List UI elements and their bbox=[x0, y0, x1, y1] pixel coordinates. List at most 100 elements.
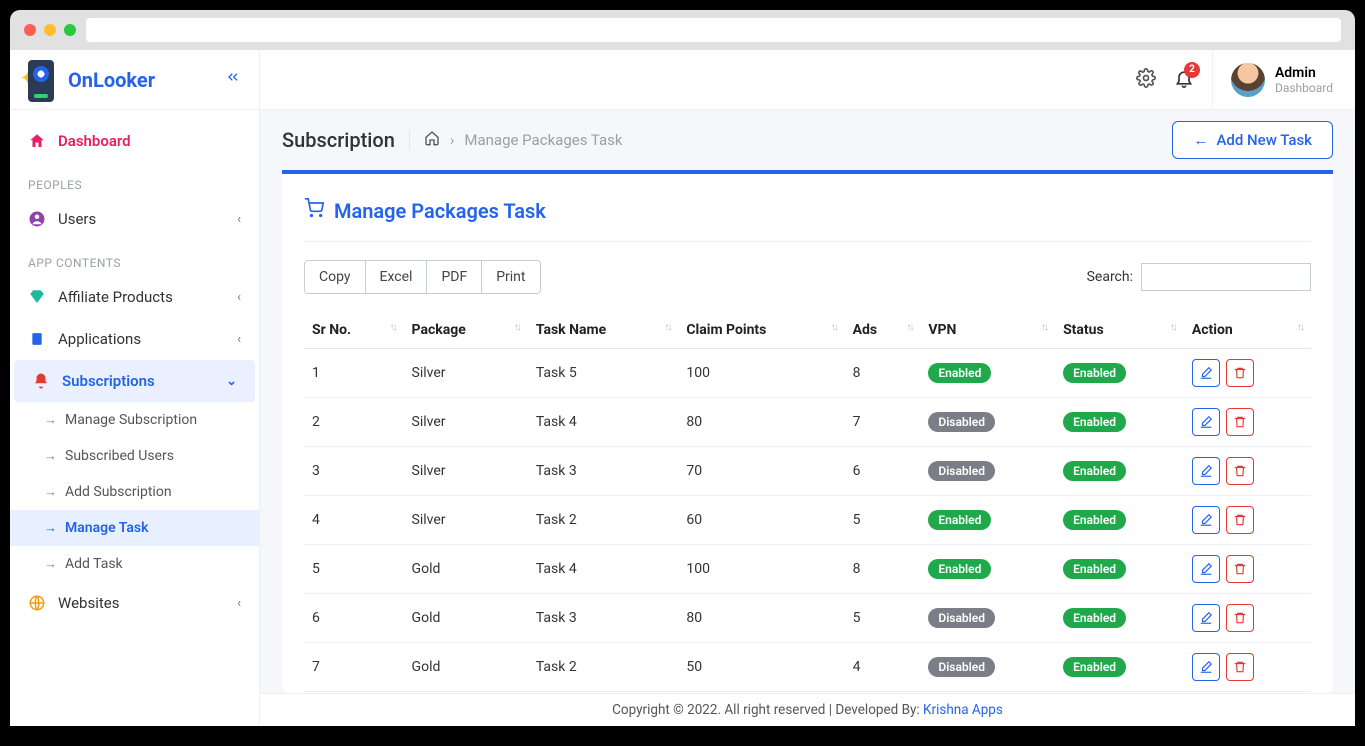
user-meta: Admin Dashboard bbox=[1275, 65, 1333, 95]
add-new-task-button[interactable]: ← Add New Task bbox=[1172, 121, 1333, 159]
vpn-badge: Disabled bbox=[928, 608, 995, 628]
sub-manage-subscription[interactable]: →Manage Subscription bbox=[10, 402, 259, 438]
footer-link[interactable]: Krishna Apps bbox=[923, 702, 1003, 718]
table-row: 5GoldTask 41008EnabledEnabled bbox=[304, 545, 1311, 594]
edit-button[interactable] bbox=[1192, 408, 1220, 436]
delete-button[interactable] bbox=[1226, 457, 1254, 485]
nav-subscriptions[interactable]: Subscriptions ⌄ bbox=[14, 360, 255, 402]
sub-subscribed-users[interactable]: →Subscribed Users bbox=[10, 438, 259, 474]
brand-name: OnLooker bbox=[68, 68, 155, 92]
th-vpn[interactable]: VPN↑↓ bbox=[920, 312, 1055, 349]
status-badge: Enabled bbox=[1063, 461, 1126, 481]
table-wrap[interactable]: Sr No.↑↓ Package↑↓ Task Name↑↓ Claim Poi… bbox=[304, 312, 1311, 693]
user-menu[interactable]: Admin Dashboard bbox=[1212, 50, 1333, 109]
chevron-right-icon: › bbox=[450, 131, 455, 149]
th-ads[interactable]: Ads↑↓ bbox=[845, 312, 921, 349]
vpn-badge: Enabled bbox=[928, 510, 991, 530]
table-row: 6GoldTask 3805DisabledEnabled bbox=[304, 594, 1311, 643]
edit-button[interactable] bbox=[1192, 653, 1220, 681]
search-wrap: Search: bbox=[1087, 263, 1311, 291]
section-peoples: PEOPLES bbox=[10, 162, 259, 198]
close-window-icon[interactable] bbox=[24, 24, 36, 36]
print-button[interactable]: Print bbox=[481, 261, 539, 293]
cell-package: Silver bbox=[404, 349, 528, 398]
sub-label: Add Subscription bbox=[65, 484, 172, 500]
globe-icon bbox=[28, 594, 46, 612]
brand-logo-icon: ✦ bbox=[28, 60, 58, 100]
sub-add-task[interactable]: →Add Task bbox=[10, 546, 259, 582]
sort-icon: ↑↓ bbox=[1170, 322, 1176, 333]
status-badge: Enabled bbox=[1063, 412, 1126, 432]
cell-ads: 5 bbox=[845, 496, 921, 545]
copy-button[interactable]: Copy bbox=[305, 261, 365, 293]
cell-task: Task 5 bbox=[528, 349, 679, 398]
sub-manage-task[interactable]: →Manage Task bbox=[10, 510, 259, 546]
nav-dashboard[interactable]: Dashboard bbox=[10, 120, 259, 162]
breadcrumb-current: Manage Packages Task bbox=[464, 131, 622, 149]
nav-users[interactable]: Users ‹ bbox=[10, 198, 259, 240]
cell-claim: 50 bbox=[678, 643, 844, 692]
search-input[interactable] bbox=[1141, 263, 1311, 291]
delete-button[interactable] bbox=[1226, 555, 1254, 583]
phone-icon bbox=[28, 330, 46, 348]
user-name: Admin bbox=[1275, 65, 1333, 81]
status-badge: Enabled bbox=[1063, 608, 1126, 628]
th-sr[interactable]: Sr No.↑↓ bbox=[304, 312, 404, 349]
cell-sr: 3 bbox=[304, 447, 404, 496]
delete-button[interactable] bbox=[1226, 359, 1254, 387]
minimize-window-icon[interactable] bbox=[44, 24, 56, 36]
th-claim[interactable]: Claim Points↑↓ bbox=[678, 312, 844, 349]
avatar bbox=[1231, 63, 1265, 97]
cell-task: Task 2 bbox=[528, 643, 679, 692]
th-action[interactable]: Action↑↓ bbox=[1184, 312, 1311, 349]
delete-button[interactable] bbox=[1226, 408, 1254, 436]
cell-claim: 60 bbox=[678, 496, 844, 545]
sub-add-subscription[interactable]: → Add Subscription bbox=[10, 474, 259, 510]
nav-applications[interactable]: Applications ‹ bbox=[10, 318, 259, 360]
nav-affiliate[interactable]: Affiliate Products ‹ bbox=[10, 276, 259, 318]
cell-package: Gold bbox=[404, 594, 528, 643]
edit-button[interactable] bbox=[1192, 604, 1220, 632]
cell-ads: 8 bbox=[845, 349, 921, 398]
settings-icon[interactable] bbox=[1136, 68, 1156, 92]
chevron-left-icon: ‹ bbox=[237, 212, 241, 227]
th-task[interactable]: Task Name↑↓ bbox=[528, 312, 679, 349]
delete-button[interactable] bbox=[1226, 604, 1254, 632]
edit-button[interactable] bbox=[1192, 506, 1220, 534]
sort-icon: ↑↓ bbox=[514, 322, 520, 333]
edit-button[interactable] bbox=[1192, 359, 1220, 387]
delete-button[interactable] bbox=[1226, 653, 1254, 681]
edit-button[interactable] bbox=[1192, 457, 1220, 485]
delete-button[interactable] bbox=[1226, 506, 1254, 534]
cell-status: Enabled bbox=[1055, 349, 1184, 398]
th-status[interactable]: Status↑↓ bbox=[1055, 312, 1184, 349]
home-breadcrumb-icon[interactable] bbox=[424, 130, 440, 150]
arrow-right-icon: → bbox=[44, 448, 57, 464]
nav-applications-label: Applications bbox=[58, 330, 141, 348]
th-package[interactable]: Package↑↓ bbox=[404, 312, 528, 349]
edit-button[interactable] bbox=[1192, 555, 1220, 583]
cell-action bbox=[1184, 398, 1311, 447]
cell-claim: 80 bbox=[678, 398, 844, 447]
cell-vpn: Disabled bbox=[920, 447, 1055, 496]
arrow-right-icon: → bbox=[44, 484, 57, 500]
excel-button[interactable]: Excel bbox=[365, 261, 427, 293]
cell-sr: 6 bbox=[304, 594, 404, 643]
nav-users-label: Users bbox=[58, 210, 96, 228]
table-row: 4SilverTask 2605EnabledEnabled bbox=[304, 496, 1311, 545]
collapse-sidebar-icon[interactable] bbox=[225, 69, 241, 90]
arrow-right-icon: → bbox=[44, 520, 57, 536]
url-bar[interactable] bbox=[86, 18, 1341, 42]
vpn-badge: Enabled bbox=[928, 363, 991, 383]
notifications-icon[interactable]: 2 bbox=[1174, 68, 1194, 92]
sort-icon: ↑↓ bbox=[1297, 322, 1303, 333]
breadcrumb: › Manage Packages Task bbox=[409, 130, 623, 150]
nav: Dashboard PEOPLES Users ‹ APP CONTENTS A… bbox=[10, 110, 259, 726]
main: 2 Admin Dashboard Subscription › Manage … bbox=[260, 50, 1355, 726]
nav-websites[interactable]: Websites ‹ bbox=[10, 582, 259, 624]
status-badge: Enabled bbox=[1063, 657, 1126, 677]
maximize-window-icon[interactable] bbox=[64, 24, 76, 36]
pdf-button[interactable]: PDF bbox=[426, 261, 481, 293]
cell-vpn: Disabled bbox=[920, 643, 1055, 692]
sort-icon: ↑↓ bbox=[664, 322, 670, 333]
